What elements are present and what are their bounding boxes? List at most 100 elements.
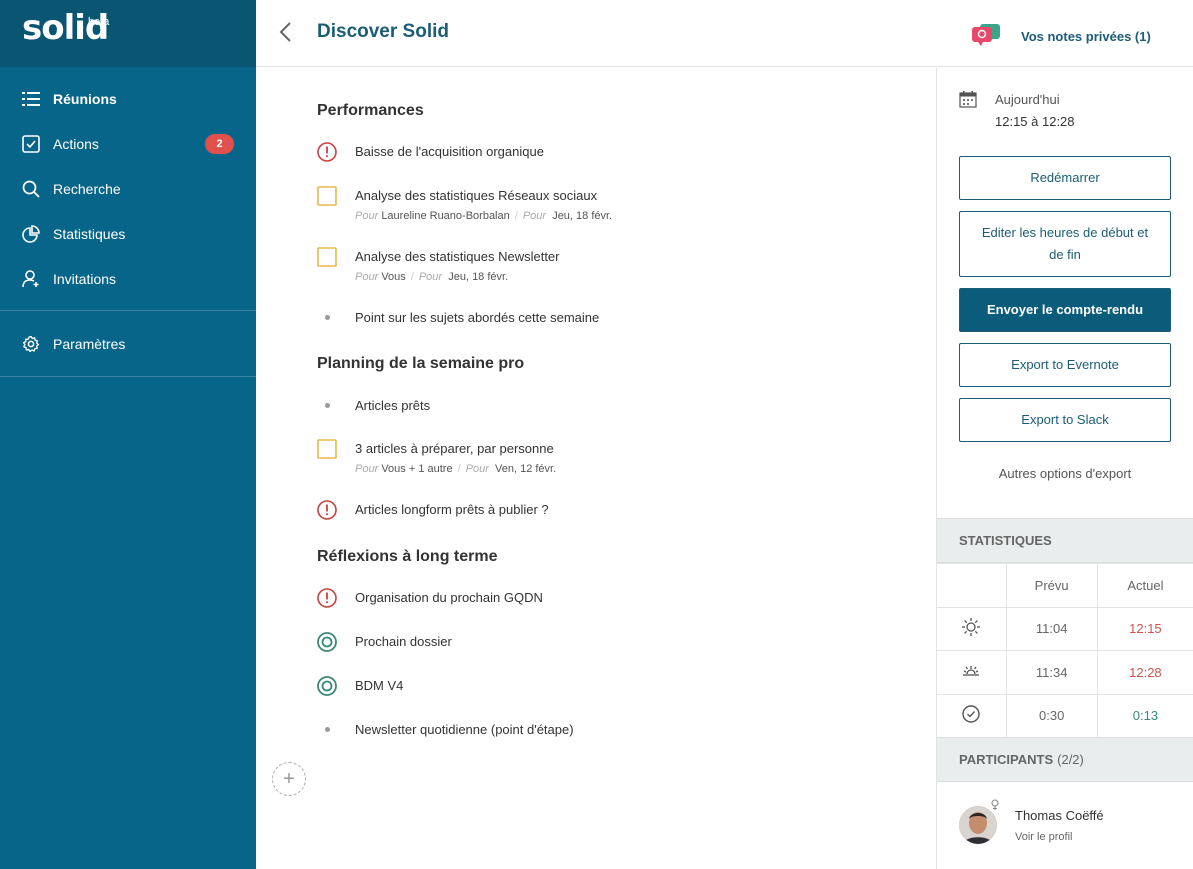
pour-label: Pour (522, 210, 547, 222)
pour-label: Pour (465, 463, 489, 475)
sidebar-item-recherche[interactable]: Recherche (0, 166, 256, 211)
restart-button[interactable]: Redémarrer (959, 156, 1171, 200)
bullet-icon (325, 403, 330, 408)
action-meta: Pour Laureline Ruano-Borbalan / Pour Jeu, … (355, 210, 613, 222)
sidebar-item-label: Actions (53, 135, 99, 152)
sidebar-item-parametres[interactable]: Paramètres (0, 321, 256, 366)
beta-badge: beta (88, 16, 110, 28)
stats-row-end: 11:34 12:28 (937, 650, 1193, 695)
checkbox-icon (21, 134, 41, 154)
participant-name: Thomas Coëffé (1015, 808, 1104, 823)
pour-label: Pour (418, 271, 443, 283)
search-icon (21, 179, 41, 199)
private-notes-label: Vos notes privées (1) (1021, 29, 1151, 44)
section-title: Réflexions à long terme (317, 548, 498, 565)
col-planned: Prévu (1005, 563, 1098, 608)
stats-corner (937, 563, 1007, 608)
other-export-link[interactable]: Autres options d'export (937, 466, 1193, 481)
item-text: Analyse des statistiques Réseaux sociaux (355, 188, 598, 203)
participants-count: (2/2) (1057, 752, 1084, 767)
time-range: 12:15 à 12:28 (995, 114, 1075, 129)
list-icon (21, 89, 41, 109)
bullet-icon (325, 315, 330, 320)
main-nav: Réunions Actions 2 Recherche Statistique… (0, 67, 256, 301)
plus-icon: + (283, 767, 295, 790)
item-text: Articles longform prêts à publier ? (355, 502, 549, 517)
item-text: Articles prêts (355, 398, 431, 413)
sidebar-divider (0, 376, 256, 377)
item-text: Prochain dossier (355, 634, 452, 649)
private-notes-link[interactable]: Vos notes privées (1) (971, 22, 1151, 51)
organizer-icon (989, 798, 1001, 817)
item-text: Newsletter quotidienne (point d'étape) (355, 722, 574, 737)
stats-heading: STATISTIQUES (937, 518, 1193, 563)
clock-check-icon (937, 693, 1007, 738)
stats-table: Prévu Actuel 11:04 12:15 11:34 12:28 0:3… (937, 563, 1193, 738)
export-slack-button[interactable]: Export to Slack (959, 398, 1171, 442)
planned-start: 11:04 (1005, 606, 1098, 651)
sunrise-icon (937, 606, 1007, 651)
pie-chart-icon (21, 224, 41, 244)
actual-start: 12:15 (1096, 606, 1193, 651)
action-due: Jeu, 18 févr. (448, 271, 509, 283)
item-text: BDM V4 (355, 678, 404, 693)
item-text: Point sur les sujets abordés cette semai… (355, 310, 600, 325)
sidebar-item-label: Invitations (53, 270, 117, 287)
action-due: Jeu, 18 févr. (552, 210, 613, 222)
send-report-button[interactable]: Envoyer le compte-rendu (959, 288, 1171, 332)
user-add-icon (21, 269, 41, 289)
stats-heading-label: STATISTIQUES (959, 533, 1052, 548)
actions-count-badge: 2 (205, 134, 234, 154)
edit-times-button[interactable]: Editer les heures de début et de fin (959, 211, 1171, 277)
page-title: Discover Solid (317, 21, 449, 42)
stats-header-row: Prévu Actuel (937, 563, 1193, 608)
calendar-icon (959, 90, 977, 113)
action-owner: Laureline Ruano-Borbalan (381, 210, 510, 222)
action-checkbox-icon[interactable] (317, 439, 337, 459)
sidebar-item-actions[interactable]: Actions 2 (0, 121, 256, 166)
sunset-icon (937, 650, 1007, 695)
item-text: 3 articles à préparer, par personne (355, 441, 554, 456)
sidebar-item-label: Recherche (53, 180, 121, 197)
planned-duration: 0:30 (1005, 693, 1098, 738)
action-owner: Vous + 1 autre (381, 463, 453, 475)
participants-heading: PARTICIPANTS (2/2) (937, 737, 1193, 782)
pour-label: Pour (355, 210, 379, 222)
item-text: Organisation du prochain GQDN (355, 590, 543, 605)
action-due: Ven, 12 févr. (495, 463, 557, 475)
action-meta: Pour Vous / Pour Jeu, 18 févr. (355, 271, 509, 283)
sidebar-item-statistiques[interactable]: Statistiques (0, 211, 256, 256)
date-label: Aujourd'hui (995, 92, 1060, 107)
item-text: Analyse des statistiques Newsletter (355, 249, 560, 264)
sidebar-item-label: Réunions (53, 90, 117, 107)
participants-heading-label: PARTICIPANTS (959, 752, 1054, 767)
sidebar-item-label: Statistiques (53, 225, 126, 242)
add-item-button[interactable]: + (272, 762, 306, 796)
gear-icon (21, 334, 41, 354)
sidebar-item-reunions[interactable]: Réunions (0, 76, 256, 121)
alert-icon (317, 588, 337, 608)
settings-nav: Paramètres (0, 311, 256, 376)
action-checkbox-icon[interactable] (317, 186, 337, 206)
action-owner: Vous (381, 271, 406, 283)
target-icon (317, 676, 337, 696)
action-checkbox-icon[interactable] (317, 247, 337, 267)
notes-bubbles-icon (971, 22, 1001, 51)
bullet-icon (325, 727, 330, 732)
stats-row-start: 11:04 12:15 (937, 606, 1193, 651)
actual-end: 12:28 (1096, 650, 1193, 695)
agenda: Performances Baisse de l'acquisition org… (256, 68, 936, 869)
meeting-sidebar: Aujourd'hui 12:15 à 12:28 Redémarrer Edi… (936, 68, 1193, 869)
export-evernote-button[interactable]: Export to Evernote (959, 343, 1171, 387)
alert-icon (317, 500, 337, 520)
section-title: Performances (317, 102, 424, 119)
alert-icon (317, 142, 337, 162)
sidebar: solid beta Réunions Actions 2 Recherche (0, 0, 256, 869)
view-profile-link[interactable]: Voir le profil (1015, 831, 1072, 843)
top-header: Discover Solid Vos notes privées (1) (256, 0, 1193, 67)
logo[interactable]: solid (22, 8, 109, 48)
actual-duration: 0:13 (1096, 693, 1193, 738)
sidebar-item-invitations[interactable]: Invitations (0, 256, 256, 301)
back-chevron-icon[interactable] (278, 20, 298, 44)
col-actual: Actuel (1096, 563, 1193, 608)
